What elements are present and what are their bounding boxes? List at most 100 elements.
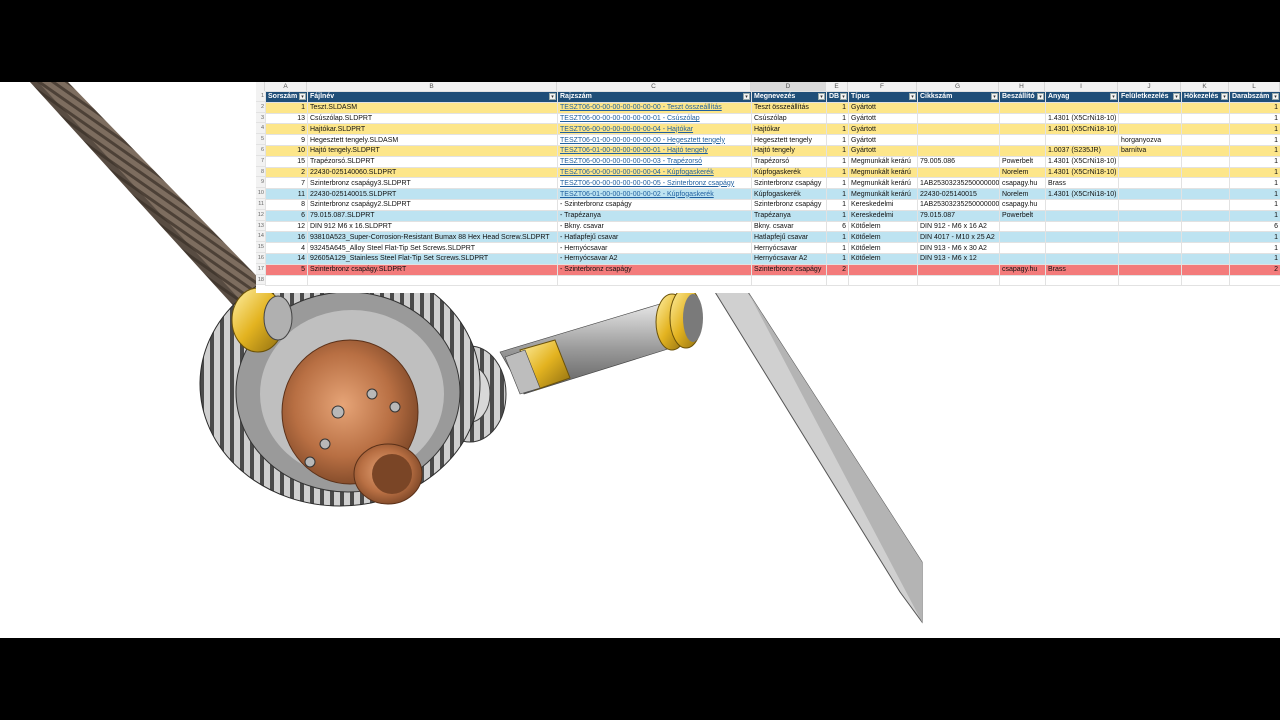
row-number[interactable]: 14: [256, 231, 265, 243]
table-cell[interactable]: Hajtókar: [751, 123, 827, 136]
table-cell[interactable]: [1181, 263, 1230, 276]
table-cell[interactable]: 1: [1229, 112, 1280, 125]
table-cell[interactable]: Hegesztett tengely: [751, 134, 827, 146]
table-cell[interactable]: DIN 4017 - M10 x 25 A2: [917, 231, 1000, 244]
table-cell[interactable]: [917, 134, 1000, 146]
table-cell[interactable]: 1: [826, 112, 849, 125]
row-number[interactable]: 4: [256, 123, 265, 135]
table-cell[interactable]: [1118, 166, 1182, 179]
table-cell[interactable]: 4: [265, 242, 308, 254]
table-cell[interactable]: csapagy.hu: [999, 198, 1046, 211]
table-cell[interactable]: Megmunkált kerárú: [848, 188, 918, 200]
table-cell[interactable]: [1118, 252, 1182, 265]
table-cell[interactable]: [999, 231, 1046, 244]
table-cell[interactable]: 79.015.087: [917, 209, 1000, 222]
table-cell[interactable]: 6: [826, 220, 849, 233]
filter-dropdown-icon[interactable]: ▾: [299, 93, 306, 100]
table-cell[interactable]: [999, 123, 1046, 136]
table-cell[interactable]: [1181, 209, 1230, 222]
table-cell[interactable]: [265, 274, 308, 287]
table-cell[interactable]: 2: [265, 166, 308, 179]
table-cell[interactable]: 22430-025140015: [917, 188, 1000, 200]
table-cell[interactable]: 1: [1229, 177, 1280, 190]
table-cell[interactable]: 1.4301 (X5CrNi18-10): [1045, 112, 1119, 125]
table-cell[interactable]: Csúszólap: [751, 112, 827, 125]
table-cell[interactable]: 1: [826, 134, 849, 146]
filter-dropdown-icon[interactable]: ▾: [818, 93, 825, 100]
row-number[interactable]: 18: [256, 274, 265, 286]
table-cell[interactable]: - Hernyócsavar A2: [557, 252, 752, 265]
table-cell[interactable]: [1118, 220, 1182, 233]
table-cell[interactable]: TESZT06-00-00-00-00-00-00-04 - Hajtókar: [557, 123, 752, 136]
table-cell[interactable]: 13: [265, 112, 308, 125]
table-cell[interactable]: 1.4301 (X5CrNi18-10): [1045, 155, 1119, 168]
table-cell[interactable]: Hegesztett tengely.SLDASM: [307, 134, 558, 146]
table-cell[interactable]: [1045, 252, 1119, 265]
table-cell[interactable]: [1181, 252, 1230, 265]
table-cell[interactable]: TESZT06-00-00-00-00-00-00-05 - Szinterbr…: [557, 177, 752, 190]
table-cell[interactable]: [751, 274, 827, 287]
table-cell[interactable]: Szinterbronz csapágy3.SLDPRT: [307, 177, 558, 190]
col-letter[interactable]: H: [999, 82, 1045, 91]
table-cell[interactable]: [999, 220, 1046, 233]
row-number[interactable]: 12: [256, 209, 265, 221]
table-cell[interactable]: 1: [1229, 101, 1280, 114]
table-cell[interactable]: 93810A523_Super-Corrosion-Resistant Buma…: [307, 231, 558, 244]
table-cell[interactable]: 1: [1229, 166, 1280, 179]
table-cell[interactable]: 1: [1229, 231, 1280, 244]
table-cell[interactable]: Szinterbronz csapágy: [751, 263, 827, 276]
table-cell[interactable]: 2: [1229, 263, 1280, 276]
table-cell[interactable]: 22430-025140060.SLDPRT: [307, 166, 558, 179]
table-cell[interactable]: 1: [826, 198, 849, 211]
bom-spreadsheet[interactable]: A B C D E F G H I J K L 1 2 3 4 5 6 7 8 9 10 11 12 1…: [256, 82, 1280, 293]
table-cell[interactable]: 93245A645_Alloy Steel Flat-Tip Set Screw…: [307, 242, 558, 254]
table-cell[interactable]: 10: [265, 144, 308, 157]
table-cell[interactable]: Kúpfogaskerék: [751, 188, 827, 200]
table-cell[interactable]: barnítva: [1118, 144, 1182, 157]
table-cell[interactable]: 22430-025140015.SLDPRT: [307, 188, 558, 200]
table-cell[interactable]: TESZT06-01-00-00-00-00-00-00 - Hegesztet…: [557, 134, 752, 146]
table-cell[interactable]: 1: [826, 177, 849, 190]
table-cell[interactable]: [1181, 274, 1230, 287]
table-cell[interactable]: [1118, 274, 1182, 287]
table-cell[interactable]: 11: [265, 188, 308, 200]
table-cell[interactable]: 1AB25303235250000000: [917, 198, 1000, 211]
table-cell[interactable]: Szinterbronz csapágy.SLDPRT: [307, 263, 558, 276]
col-letter[interactable]: D: [751, 82, 826, 91]
table-cell[interactable]: [826, 274, 849, 287]
table-cell[interactable]: [1118, 198, 1182, 211]
table-cell[interactable]: TESZT06-00-00-00-00-00-00-04 - Kúpfogask…: [557, 166, 752, 179]
table-cell[interactable]: 2: [826, 263, 849, 276]
filter-dropdown-icon[interactable]: ▾: [549, 93, 556, 100]
filter-dropdown-icon[interactable]: ▾: [1221, 93, 1228, 100]
table-cell[interactable]: 6: [265, 209, 308, 222]
table-cell[interactable]: DIN 912 - M6 x 16 A2: [917, 220, 1000, 233]
table-cell[interactable]: 1: [826, 231, 849, 244]
table-cell[interactable]: [1118, 231, 1182, 244]
table-cell[interactable]: csapagy.hu: [999, 177, 1046, 190]
table-cell[interactable]: 8: [265, 198, 308, 211]
table-cell[interactable]: 1.4301 (X5CrNi18-10): [1045, 123, 1119, 136]
table-cell[interactable]: 92605A129_Stainless Steel Flat-Tip Set S…: [307, 252, 558, 265]
filter-dropdown-icon[interactable]: ▾: [743, 93, 750, 100]
table-cell[interactable]: [1045, 134, 1119, 146]
table-cell[interactable]: [999, 144, 1046, 157]
table-cell[interactable]: Gyártott: [848, 123, 918, 136]
table-cell[interactable]: [1118, 155, 1182, 168]
table-cell[interactable]: 1: [1229, 155, 1280, 168]
row-number[interactable]: 8: [256, 166, 265, 178]
bom-table[interactable]: Sorszám ▾ Fájlnév ▾ Rajzszám ▾ Megnevezés ▾ DB ▾ T…: [265, 91, 1280, 287]
filter-dropdown-icon[interactable]: ▾: [991, 93, 998, 100]
table-cell[interactable]: Trapézanya: [751, 209, 827, 222]
col-letter[interactable]: I: [1045, 82, 1118, 91]
table-cell[interactable]: Norelem: [999, 166, 1046, 179]
table-cell[interactable]: [1181, 134, 1230, 146]
select-all-corner[interactable]: [256, 82, 265, 91]
table-cell[interactable]: Hernyócsavar: [751, 242, 827, 254]
table-cell[interactable]: Teszt.SLDASM: [307, 101, 558, 114]
table-cell[interactable]: 1: [826, 188, 849, 200]
row-number[interactable]: 1: [256, 91, 265, 102]
table-cell[interactable]: 1: [1229, 123, 1280, 136]
table-cell[interactable]: [1181, 101, 1230, 114]
col-letter[interactable]: B: [307, 82, 557, 91]
